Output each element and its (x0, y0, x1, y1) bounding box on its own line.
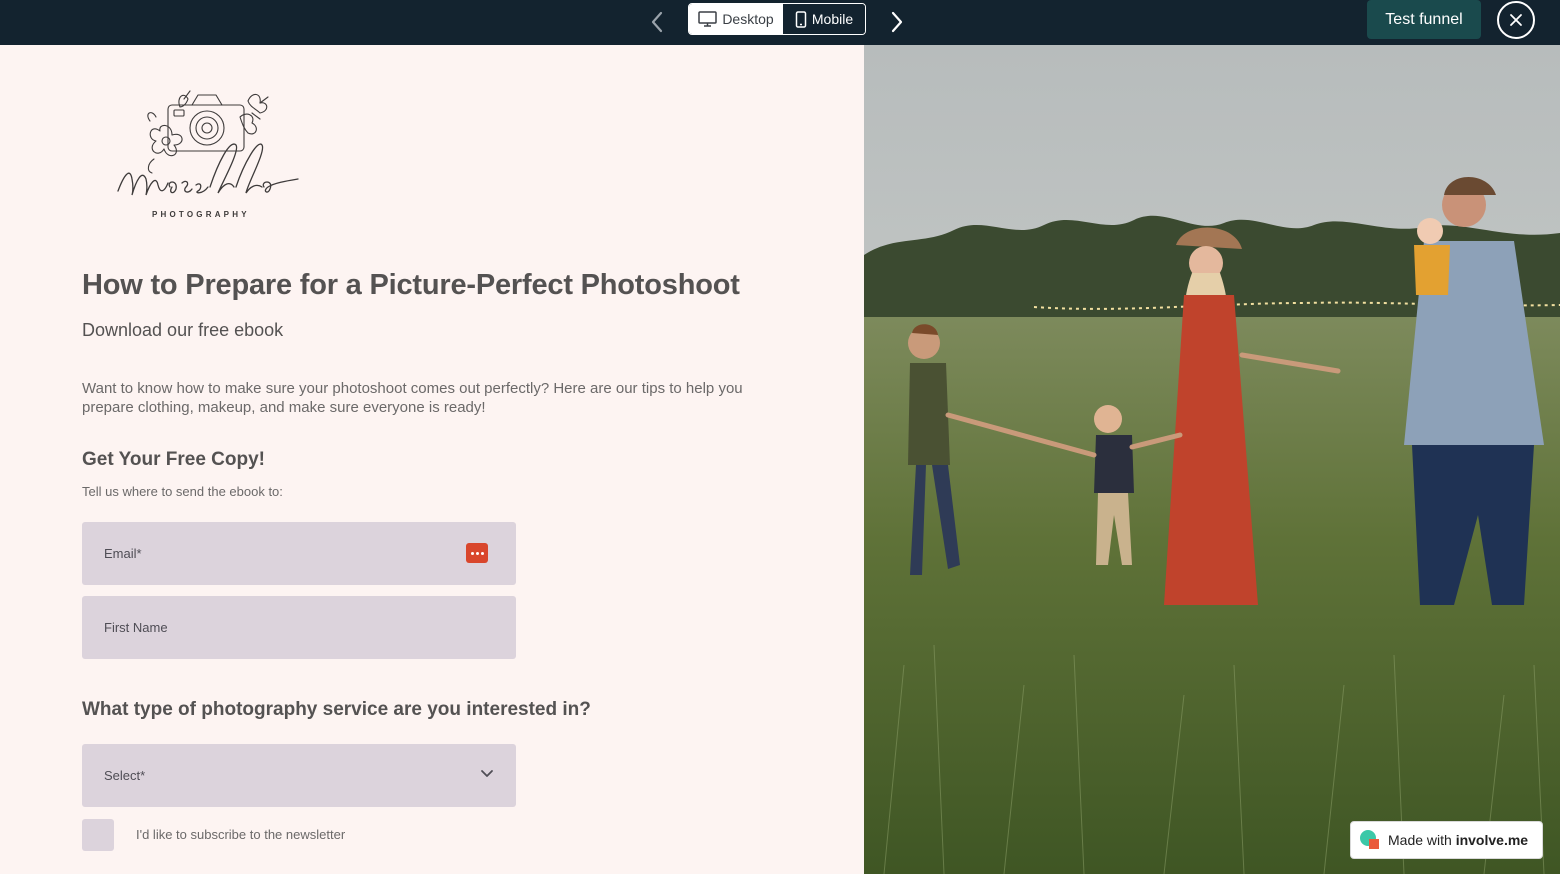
first-name-placeholder: First Name (104, 620, 168, 635)
chevron-left-icon (651, 11, 663, 33)
funnel-content: PHOTOGRAPHY How to Prepare for a Picture… (0, 45, 864, 874)
previous-page-button[interactable] (643, 8, 671, 36)
close-button[interactable] (1497, 1, 1535, 39)
email-field[interactable]: Email* (82, 522, 516, 585)
mobile-icon (795, 10, 807, 28)
first-name-field[interactable]: First Name (82, 596, 516, 659)
next-page-button[interactable] (883, 8, 911, 36)
select-placeholder: Select* (104, 768, 146, 783)
newsletter-label: I'd like to subscribe to the newsletter (136, 827, 346, 842)
device-toggle: Desktop Mobile (688, 3, 866, 35)
close-icon (1510, 14, 1522, 26)
helper-text: Tell us where to send the ebook to: (82, 484, 283, 499)
badge-prefix: Made with (1388, 832, 1452, 848)
service-question-heading: What type of photography service are you… (82, 699, 591, 720)
involve-me-logo-icon (1360, 830, 1379, 849)
page-title: How to Prepare for a Picture-Perfect Pho… (82, 269, 740, 301)
password-manager-icon[interactable] (466, 543, 488, 563)
desktop-label: Desktop (722, 11, 774, 27)
test-funnel-button[interactable]: Test funnel (1367, 0, 1481, 39)
desktop-icon (698, 11, 718, 27)
mobile-view-button[interactable]: Mobile (783, 4, 865, 34)
family-photo-image (864, 45, 1560, 874)
made-with-involve-badge[interactable]: Made with involve.me (1350, 821, 1543, 859)
family-field-photo (864, 45, 1560, 874)
svg-text:PHOTOGRAPHY: PHOTOGRAPHY (152, 210, 250, 219)
service-select[interactable]: Select* (82, 744, 516, 807)
desktop-view-button[interactable]: Desktop (689, 4, 783, 34)
newsletter-checkbox[interactable] (82, 819, 114, 851)
intro-paragraph: Want to know how to make sure your photo… (82, 380, 743, 416)
brand-logo: PHOTOGRAPHY (110, 83, 310, 223)
mobile-label: Mobile (811, 11, 854, 27)
free-copy-heading: Get Your Free Copy! (82, 449, 265, 470)
chevron-right-icon (891, 11, 903, 33)
chevron-down-icon (481, 770, 493, 777)
email-placeholder: Email* (104, 546, 142, 561)
badge-brand: involve.me (1455, 832, 1529, 848)
badge-text: Made with involve.me (1388, 832, 1528, 848)
camera-flower-logo-icon: PHOTOGRAPHY (117, 90, 299, 219)
top-toolbar: Desktop Mobile Test funnel (0, 0, 1560, 45)
page-subtitle: Download our free ebook (82, 320, 284, 340)
